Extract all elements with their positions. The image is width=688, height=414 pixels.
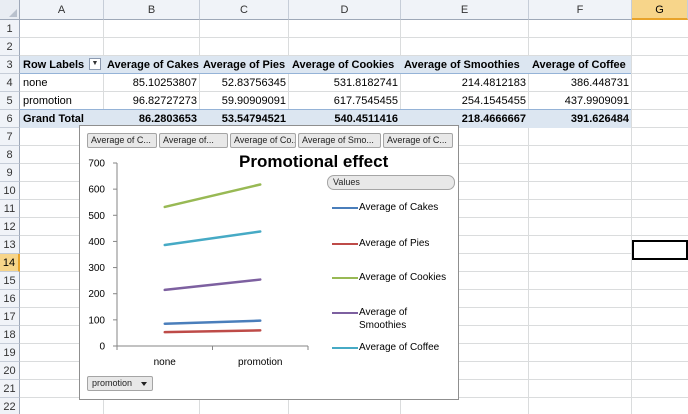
pivot-value-cell[interactable]: 96.82727273 — [104, 92, 197, 110]
row-header-8[interactable]: 8 — [0, 146, 20, 164]
row-header-19[interactable]: 19 — [0, 344, 20, 362]
active-cell-g14[interactable] — [632, 240, 688, 260]
row-header-11[interactable]: 11 — [0, 200, 20, 218]
pivot-column-header[interactable]: Average of Cookies — [292, 56, 394, 74]
pivot-value-cell[interactable]: 531.8182741 — [289, 74, 398, 92]
pivot-row-label[interactable]: none — [23, 74, 47, 92]
legend-entry-label[interactable]: Average of Coffee — [359, 341, 455, 354]
series-line-average-of-coffee — [163, 230, 262, 247]
column-header-f[interactable]: F — [529, 0, 632, 20]
grand-total-label[interactable]: Grand Total — [23, 110, 84, 128]
row-header-16[interactable]: 16 — [0, 290, 20, 308]
x-tick-label: promotion — [238, 357, 282, 368]
row-gridline — [20, 37, 688, 38]
legend-field-button[interactable]: Values — [327, 175, 455, 190]
row-header-10[interactable]: 10 — [0, 182, 20, 200]
y-tick-label: 0 — [99, 342, 105, 353]
legend-entry-label[interactable]: Average of Cakes — [359, 201, 455, 214]
row-header-12[interactable]: 12 — [0, 218, 20, 236]
pivot-column-header[interactable]: Average of Smoothies — [404, 56, 520, 74]
grand-total-cell[interactable]: 391.626484 — [529, 110, 629, 128]
column-header-e[interactable]: E — [401, 0, 529, 20]
pivot-value-cell[interactable]: 617.7545455 — [289, 92, 398, 110]
row-header-3[interactable]: 3 — [0, 56, 20, 74]
pivot-row-labels-header[interactable]: Row Labels — [23, 56, 84, 74]
y-tick-label: 100 — [88, 315, 105, 326]
legend-swatch — [332, 312, 358, 314]
row-header-1[interactable]: 1 — [0, 20, 20, 38]
pivot-column-header[interactable]: Average of Cakes — [107, 56, 199, 74]
series-line-average-of-pies — [163, 329, 262, 334]
pivot-row-label[interactable]: promotion — [23, 92, 72, 110]
legend-entry-label[interactable]: Average of Smoothies — [359, 306, 455, 332]
row-header-17[interactable]: 17 — [0, 308, 20, 326]
pivot-column-header[interactable]: Average of Pies — [203, 56, 285, 74]
pivot-column-header[interactable]: Average of Coffee — [532, 56, 626, 74]
pivot-value-cell[interactable]: 59.90909091 — [200, 92, 286, 110]
series-line-average-of-cookies — [163, 183, 262, 209]
y-tick-label: 400 — [88, 237, 105, 248]
legend-entry-label[interactable]: Average of Cookies — [359, 271, 455, 284]
legend-swatch — [332, 243, 358, 245]
column-header-d[interactable]: D — [289, 0, 401, 20]
plot-area: 0 100 200 300 400 500 600 700 none promotion — [88, 159, 309, 368]
row-header-15[interactable]: 15 — [0, 272, 20, 290]
pivot-value-cell[interactable]: 85.10253807 — [104, 74, 197, 92]
row-header-14[interactable]: 14 — [0, 254, 20, 272]
y-tick-label: 700 — [88, 159, 105, 170]
axis-field-button[interactable]: promotion — [87, 376, 153, 391]
row-header-22[interactable]: 22 — [0, 398, 20, 414]
select-all-corner[interactable] — [0, 0, 20, 20]
row-header-2[interactable]: 2 — [0, 38, 20, 56]
pivot-value-cell[interactable]: 52.83756345 — [200, 74, 286, 92]
row-header-4[interactable]: 4 — [0, 74, 20, 92]
y-tick-label: 300 — [88, 263, 105, 274]
row-header-6[interactable]: 6 — [0, 110, 20, 128]
pivot-value-cell[interactable]: 386.448731 — [529, 74, 629, 92]
y-tick-label: 200 — [88, 289, 105, 300]
row-header-21[interactable]: 21 — [0, 380, 20, 398]
y-tick-label: 600 — [88, 185, 105, 196]
row-header-20[interactable]: 20 — [0, 362, 20, 380]
series-line-average-of-cakes — [163, 319, 262, 326]
row-header-7[interactable]: 7 — [0, 128, 20, 146]
dropdown-arrow-icon — [141, 382, 147, 386]
pivot-value-cell[interactable]: 214.4812183 — [401, 74, 526, 92]
row-header-18[interactable]: 18 — [0, 326, 20, 344]
legend-entry-label[interactable]: Average of Pies — [359, 237, 455, 250]
row-header-9[interactable]: 9 — [0, 164, 20, 182]
legend-swatch — [332, 347, 358, 349]
legend-swatch — [332, 277, 358, 279]
pivot-value-cell[interactable]: 437.9909091 — [529, 92, 629, 110]
column-header-b[interactable]: B — [104, 0, 200, 20]
pivot-chart[interactable]: Average of C... Average of... Average of C… — [79, 125, 459, 400]
row-labels-filter-icon[interactable]: ▼ — [89, 58, 101, 70]
y-tick-label: 500 — [88, 211, 105, 222]
pivot-value-cell[interactable]: 254.1545455 — [401, 92, 526, 110]
legend-swatch — [332, 207, 358, 209]
row-header-13[interactable]: 13 — [0, 236, 20, 254]
axis-field-label: promotion — [92, 378, 133, 388]
column-gridline — [631, 20, 632, 414]
x-tick-label: none — [154, 357, 177, 368]
row-header-5[interactable]: 5 — [0, 92, 20, 110]
column-header-g[interactable]: G — [632, 0, 688, 20]
column-header-c[interactable]: C — [200, 0, 289, 20]
series-line-average-of-smoothies — [163, 278, 262, 292]
column-header-a[interactable]: A — [20, 0, 104, 20]
